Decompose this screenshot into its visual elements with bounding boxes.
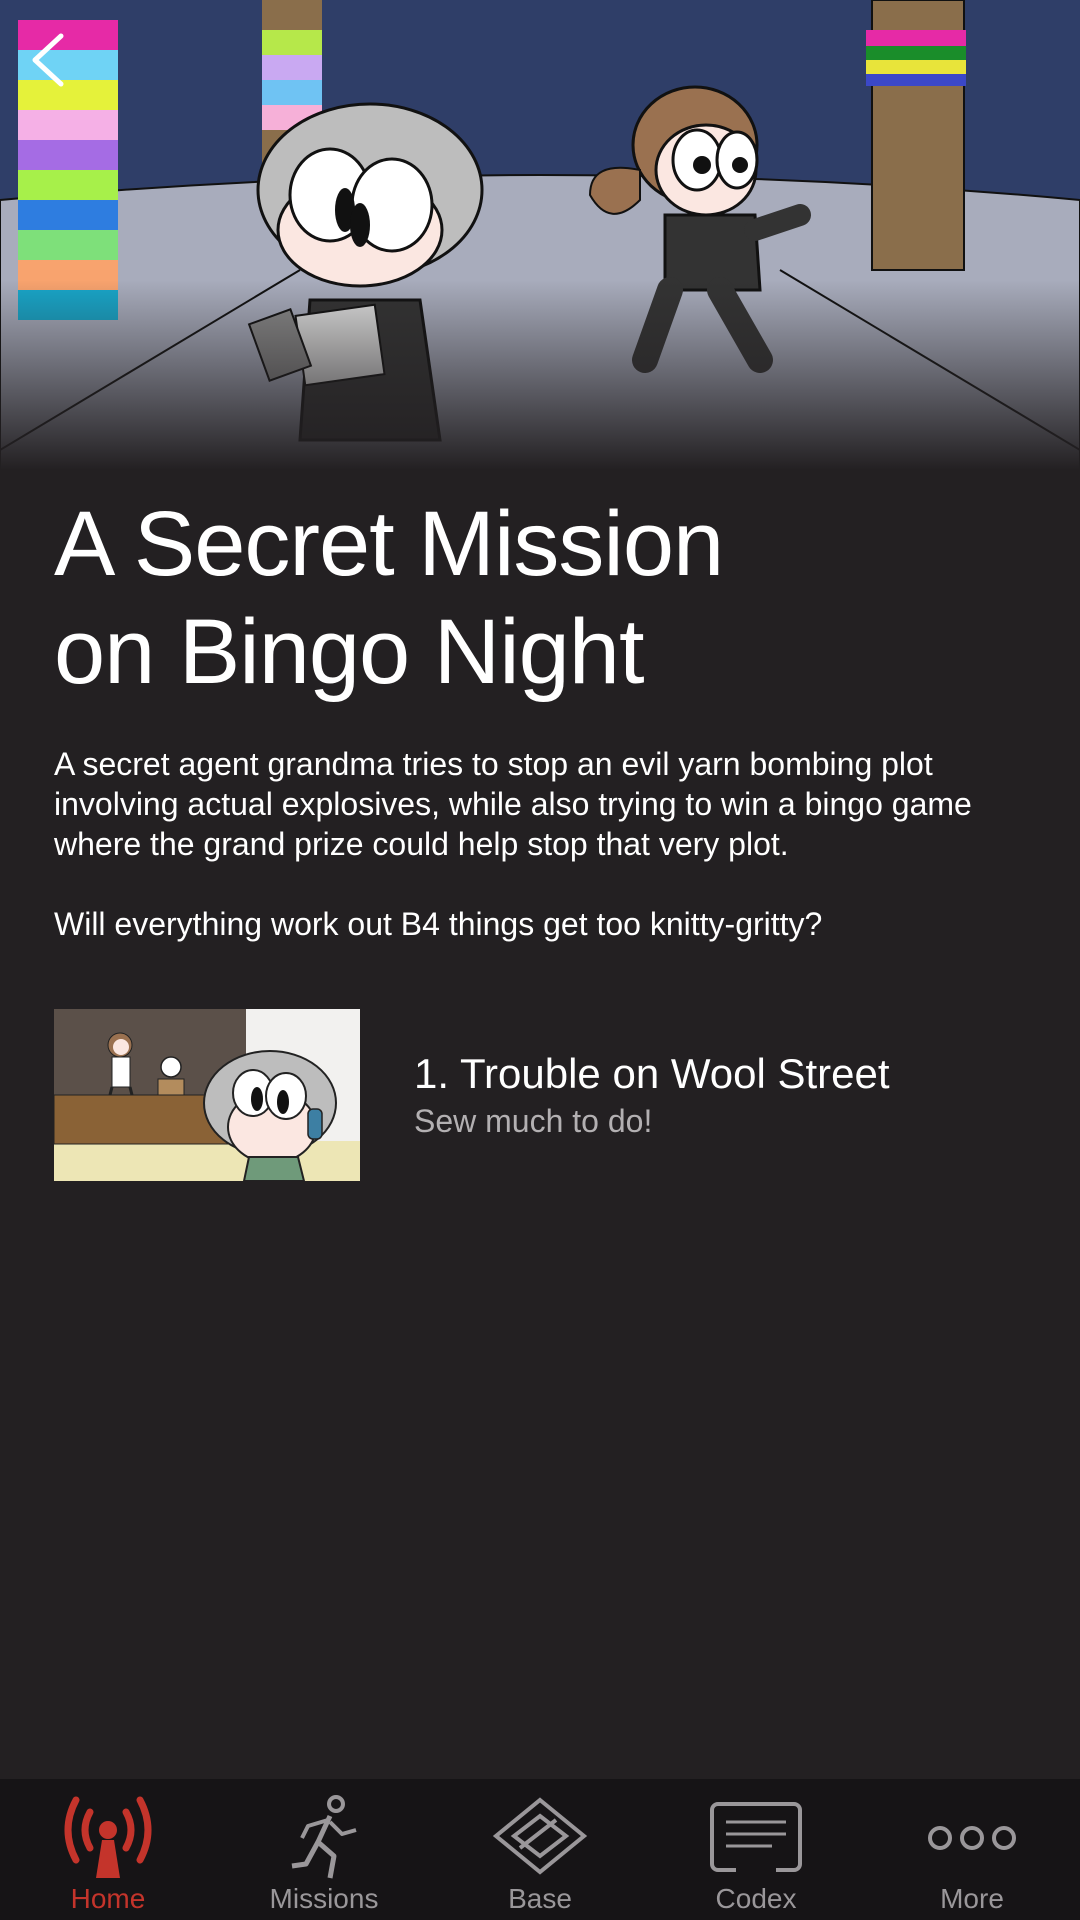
diamond-icon <box>490 1792 590 1882</box>
story-title-line2: on Bingo Night <box>54 601 645 703</box>
three-dots-icon <box>922 1792 1022 1882</box>
episode-subtitle: Sew much to do! <box>414 1103 653 1139</box>
episode-thumbnail <box>54 1009 360 1181</box>
tab-base-label: Base <box>508 1883 572 1914</box>
tab-codex-label: Codex <box>715 1883 797 1914</box>
radio-tower-icon <box>58 1792 158 1882</box>
running-man-icon <box>284 1792 364 1882</box>
tab-missions[interactable]: Missions <box>216 1779 432 1920</box>
back-button[interactable] <box>22 30 72 90</box>
card-icon <box>706 1792 806 1882</box>
hero-illustration <box>0 0 1080 470</box>
tab-more[interactable]: More <box>864 1779 1080 1920</box>
episode-item[interactable]: 1. Trouble on Wool Street Sew much to do… <box>54 1009 1024 1181</box>
tab-home[interactable]: Home <box>0 1779 216 1920</box>
tab-missions-label: Missions <box>269 1883 379 1914</box>
story-description: A secret agent grandma tries to stop an … <box>54 746 972 862</box>
story-title: A Secret Mission on Bingo Night <box>54 490 1014 706</box>
chevron-left-icon <box>32 33 64 87</box>
tab-codex[interactable]: Codex <box>648 1779 864 1920</box>
tab-more-label: More <box>940 1883 1004 1914</box>
story-tagline: Will everything work out B4 things get t… <box>54 906 823 942</box>
tab-home-label: Home <box>70 1883 146 1914</box>
story-title-line1: A Secret Mission <box>54 493 724 595</box>
episode-title: 1. Trouble on Wool Street <box>414 1050 890 1097</box>
tab-bar: Home Missions Base Codex More <box>0 1779 1080 1920</box>
tab-base[interactable]: Base <box>432 1779 648 1920</box>
episode-text: 1. Trouble on Wool Street Sew much to do… <box>414 1049 890 1141</box>
